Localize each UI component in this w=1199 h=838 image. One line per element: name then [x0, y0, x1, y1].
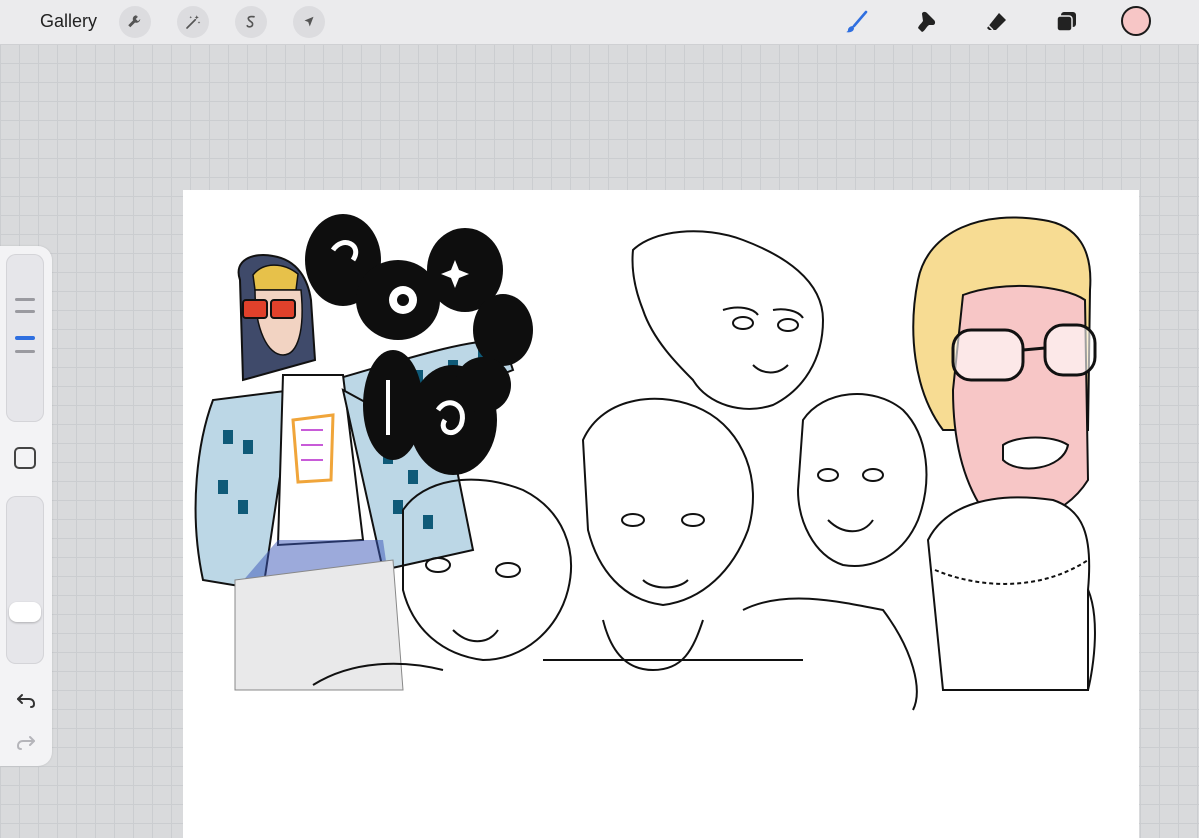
opacity-slider[interactable]: [6, 496, 44, 664]
layers-button[interactable]: [1050, 6, 1082, 38]
magic-wand-icon: [186, 15, 201, 29]
eraser-icon: [987, 13, 1006, 31]
gallery-button[interactable]: Gallery: [40, 11, 97, 32]
wrench-icon: [128, 15, 141, 28]
character-glasses: [912, 216, 1097, 691]
redo-icon: [16, 736, 35, 750]
undo-button[interactable]: [14, 688, 38, 712]
selection-icon: [246, 15, 255, 28]
brush-tool-button[interactable]: [840, 6, 872, 38]
left-sidebar: [0, 246, 52, 766]
eraser-tool-button[interactable]: [981, 6, 1013, 38]
color-picker-swatch[interactable]: [1121, 6, 1151, 36]
brush-icon: [846, 10, 868, 33]
transform-button[interactable]: [293, 6, 325, 38]
slider-tick: [15, 298, 35, 301]
top-toolbar: Gallery: [0, 0, 1199, 45]
undo-icon: [17, 694, 36, 708]
slider-tick: [15, 350, 35, 353]
smudge-icon: [918, 11, 936, 32]
adjustments-button[interactable]: [177, 6, 209, 38]
brush-size-handle[interactable]: [15, 336, 35, 340]
drawing-canvas[interactable]: [183, 190, 1139, 838]
redo-button[interactable]: [14, 730, 38, 754]
actions-wrench-button[interactable]: [119, 6, 151, 38]
slider-tick: [15, 310, 35, 313]
selection-button[interactable]: [235, 6, 267, 38]
artwork: [194, 214, 1097, 711]
layers-icon: [1056, 12, 1076, 32]
brush-size-slider[interactable]: [6, 254, 44, 422]
transform-arrow-icon: [304, 16, 314, 27]
opacity-handle[interactable]: [9, 602, 41, 622]
smudge-tool-button[interactable]: [910, 6, 942, 38]
modify-square-button[interactable]: [14, 447, 36, 469]
